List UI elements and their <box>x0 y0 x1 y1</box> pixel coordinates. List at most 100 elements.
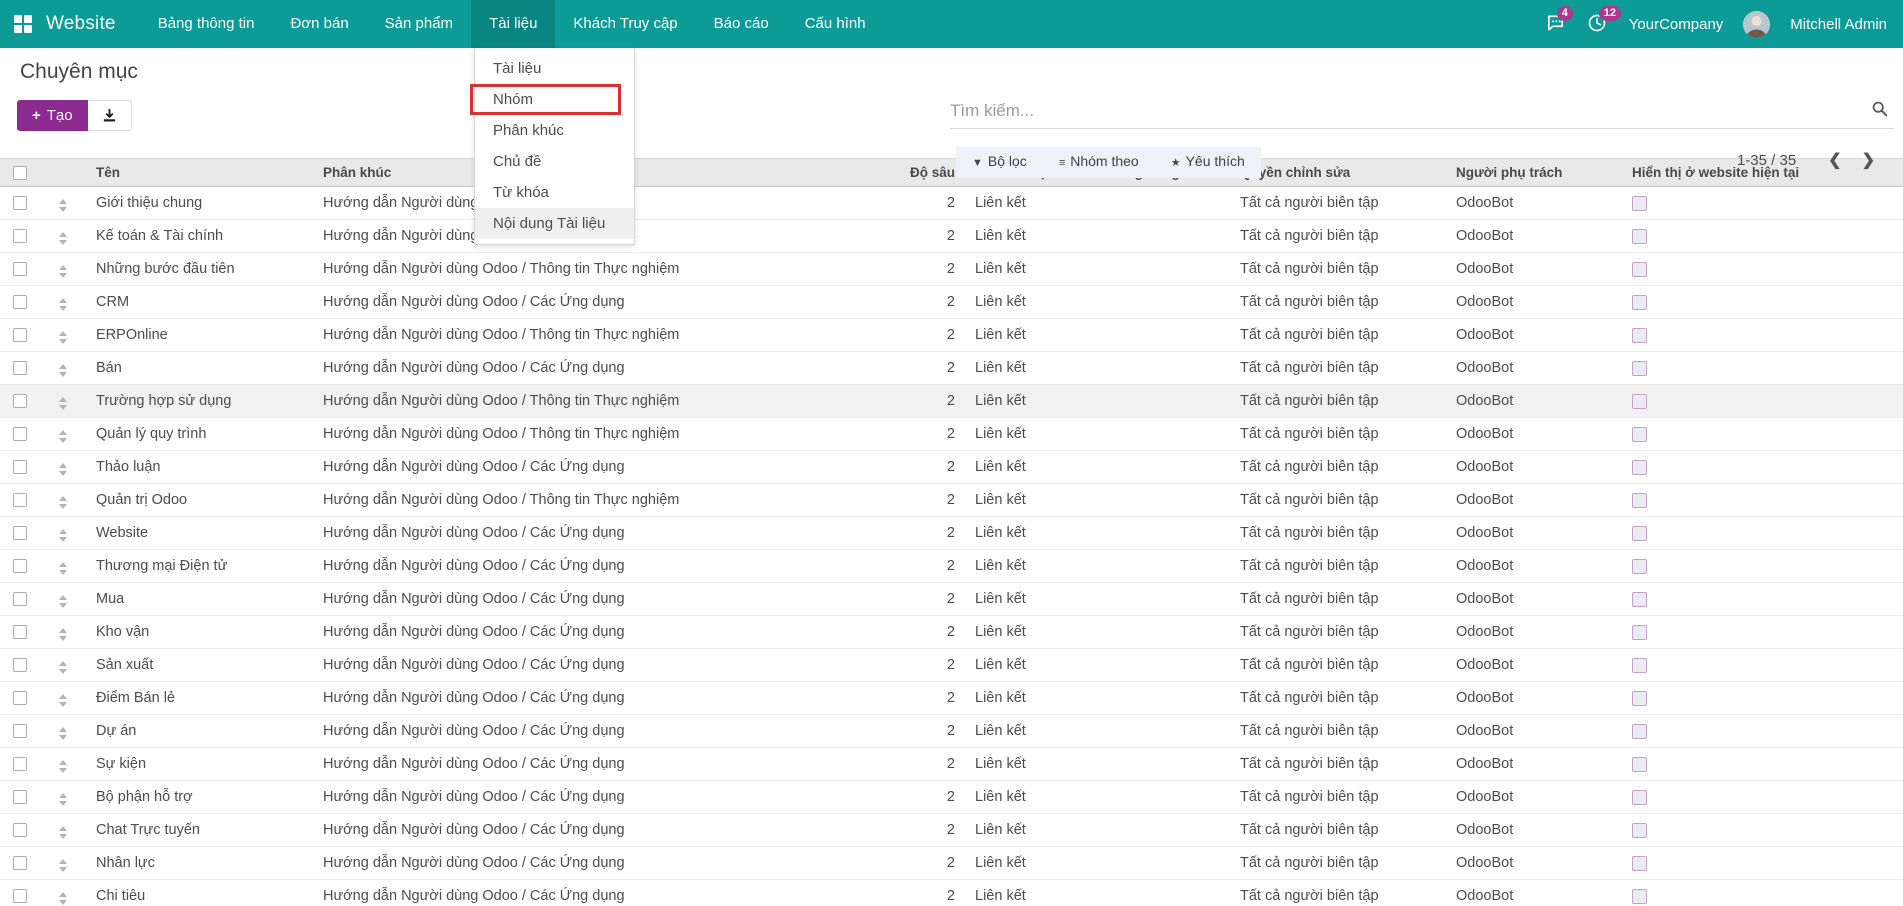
filter-button[interactable]: ▼Bộ lọc <box>956 146 1043 179</box>
filter-button[interactable]: ★Yêu thích <box>1155 146 1261 179</box>
drag-handle-icon[interactable] <box>57 461 69 478</box>
website-visible-checkbox[interactable] <box>1632 196 1647 211</box>
row-checkbox[interactable] <box>13 262 27 276</box>
row-checkbox[interactable] <box>13 658 27 672</box>
website-visible-checkbox[interactable] <box>1632 889 1647 904</box>
drag-handle-icon[interactable] <box>57 692 69 709</box>
app-brand[interactable]: Website <box>46 13 116 35</box>
drag-handle-icon[interactable] <box>57 890 69 906</box>
drag-handle-icon[interactable] <box>57 230 69 247</box>
table-row[interactable]: Điểm Bán lẻ Hướng dẫn Người dùng Odoo / … <box>0 682 1903 715</box>
website-visible-checkbox[interactable] <box>1632 328 1647 343</box>
table-row[interactable]: CRM Hướng dẫn Người dùng Odoo / Các Ứng … <box>0 286 1903 319</box>
nav-item[interactable]: Cấu hình <box>787 0 884 48</box>
drag-handle-icon[interactable] <box>57 857 69 874</box>
row-checkbox[interactable] <box>13 229 27 243</box>
drag-handle-icon[interactable] <box>57 791 69 808</box>
column-header-owner[interactable]: Người phụ trách <box>1446 159 1622 187</box>
website-visible-checkbox[interactable] <box>1632 757 1647 772</box>
search-icon[interactable] <box>1871 100 1888 122</box>
row-checkbox[interactable] <box>13 823 27 837</box>
drag-handle-icon[interactable] <box>57 560 69 577</box>
nav-item[interactable]: Tài liệu <box>471 0 555 48</box>
row-checkbox[interactable] <box>13 856 27 870</box>
table-row[interactable]: ERPOnline Hướng dẫn Người dùng Odoo / Th… <box>0 319 1903 352</box>
row-checkbox[interactable] <box>13 691 27 705</box>
pager-previous-button[interactable]: ❮ <box>1818 150 1851 170</box>
nav-item[interactable]: Khách Truy cập <box>555 0 695 48</box>
drag-handle-icon[interactable] <box>57 824 69 841</box>
export-button[interactable] <box>88 100 132 131</box>
website-visible-checkbox[interactable] <box>1632 460 1647 475</box>
row-checkbox[interactable] <box>13 559 27 573</box>
dropdown-menu-item[interactable]: Nội dung Tài liệu <box>475 208 634 239</box>
website-visible-checkbox[interactable] <box>1632 394 1647 409</box>
row-checkbox[interactable] <box>13 592 27 606</box>
table-row[interactable]: Quản lý quy trình Hướng dẫn Người dùng O… <box>0 418 1903 451</box>
nav-item[interactable]: Báo cáo <box>696 0 787 48</box>
row-checkbox[interactable] <box>13 295 27 309</box>
table-row[interactable]: Trường hợp sử dụng Hướng dẫn Người dùng … <box>0 385 1903 418</box>
table-row[interactable]: Website Hướng dẫn Người dùng Odoo / Các … <box>0 517 1903 550</box>
drag-handle-icon[interactable] <box>57 395 69 412</box>
drag-handle-icon[interactable] <box>57 362 69 379</box>
website-visible-checkbox[interactable] <box>1632 493 1647 508</box>
filter-button[interactable]: ≡Nhóm theo <box>1043 146 1155 179</box>
drag-handle-icon[interactable] <box>57 758 69 775</box>
website-visible-checkbox[interactable] <box>1632 856 1647 871</box>
table-row[interactable]: Kho vận Hướng dẫn Người dùng Odoo / Các … <box>0 616 1903 649</box>
table-row[interactable]: Sự kiện Hướng dẫn Người dùng Odoo / Các … <box>0 748 1903 781</box>
drag-handle-icon[interactable] <box>57 593 69 610</box>
row-checkbox[interactable] <box>13 790 27 804</box>
nav-item[interactable]: Sản phẩm <box>367 0 471 48</box>
activities-button[interactable]: 12 <box>1587 13 1609 35</box>
row-checkbox[interactable] <box>13 889 27 903</box>
website-visible-checkbox[interactable] <box>1632 592 1647 607</box>
drag-handle-icon[interactable] <box>57 296 69 313</box>
table-row[interactable]: Quản trị Odoo Hướng dẫn Người dùng Odoo … <box>0 484 1903 517</box>
table-row[interactable]: Dự án Hướng dẫn Người dùng Odoo / Các Ứn… <box>0 715 1903 748</box>
website-visible-checkbox[interactable] <box>1632 691 1647 706</box>
row-checkbox[interactable] <box>13 427 27 441</box>
table-row[interactable]: Những bước đầu tiên Hướng dẫn Người dùng… <box>0 253 1903 286</box>
dropdown-menu-item[interactable]: Phân khúc <box>475 115 634 146</box>
table-row[interactable]: Chat Trực tuyến Hướng dẫn Người dùng Odo… <box>0 814 1903 847</box>
table-row[interactable]: Kế toán & Tài chính Hướng dẫn Người dùng… <box>0 220 1903 253</box>
row-checkbox[interactable] <box>13 757 27 771</box>
dropdown-menu-item[interactable]: Tài liệu <box>475 53 634 84</box>
apps-grid-icon[interactable] <box>14 15 32 33</box>
table-row[interactable]: Sản xuất Hướng dẫn Người dùng Odoo / Các… <box>0 649 1903 682</box>
table-row[interactable]: Nhân lực Hướng dẫn Người dùng Odoo / Các… <box>0 847 1903 880</box>
drag-handle-icon[interactable] <box>57 428 69 445</box>
user-avatar[interactable] <box>1743 11 1770 38</box>
website-visible-checkbox[interactable] <box>1632 262 1647 277</box>
table-row[interactable]: Bộ phận hỗ trợ Hướng dẫn Người dùng Odoo… <box>0 781 1903 814</box>
website-visible-checkbox[interactable] <box>1632 559 1647 574</box>
table-row[interactable]: Giới thiệu chung Hướng dẫn Người dùng Od… <box>0 187 1903 220</box>
column-header-name[interactable]: Tên <box>86 159 313 187</box>
dropdown-menu-item[interactable]: Chủ đề <box>475 146 634 177</box>
row-checkbox[interactable] <box>13 196 27 210</box>
drag-handle-icon[interactable] <box>57 527 69 544</box>
website-visible-checkbox[interactable] <box>1632 658 1647 673</box>
table-row[interactable]: Mua Hướng dẫn Người dùng Odoo / Các Ứng … <box>0 583 1903 616</box>
website-visible-checkbox[interactable] <box>1632 823 1647 838</box>
drag-handle-icon[interactable] <box>57 494 69 511</box>
dropdown-menu-item[interactable]: Nhóm <box>475 84 634 115</box>
website-visible-checkbox[interactable] <box>1632 625 1647 640</box>
row-checkbox[interactable] <box>13 328 27 342</box>
column-header-depth[interactable]: Độ sâu <box>891 159 965 187</box>
table-row[interactable]: Bán Hướng dẫn Người dùng Odoo / Các Ứng … <box>0 352 1903 385</box>
messages-button[interactable]: 4 <box>1545 13 1567 35</box>
row-checkbox[interactable] <box>13 625 27 639</box>
website-visible-checkbox[interactable] <box>1632 295 1647 310</box>
table-row[interactable]: Thảo luận Hướng dẫn Người dùng Odoo / Cá… <box>0 451 1903 484</box>
drag-handle-icon[interactable] <box>57 659 69 676</box>
nav-item[interactable]: Đơn bán <box>272 0 366 48</box>
table-row[interactable]: Chi tiêu Hướng dẫn Người dùng Odoo / Các… <box>0 880 1903 906</box>
row-checkbox[interactable] <box>13 361 27 375</box>
dropdown-menu-item[interactable]: Từ khóa <box>475 177 634 208</box>
nav-item[interactable]: Bảng thông tin <box>140 0 273 48</box>
row-checkbox[interactable] <box>13 460 27 474</box>
row-checkbox[interactable] <box>13 394 27 408</box>
